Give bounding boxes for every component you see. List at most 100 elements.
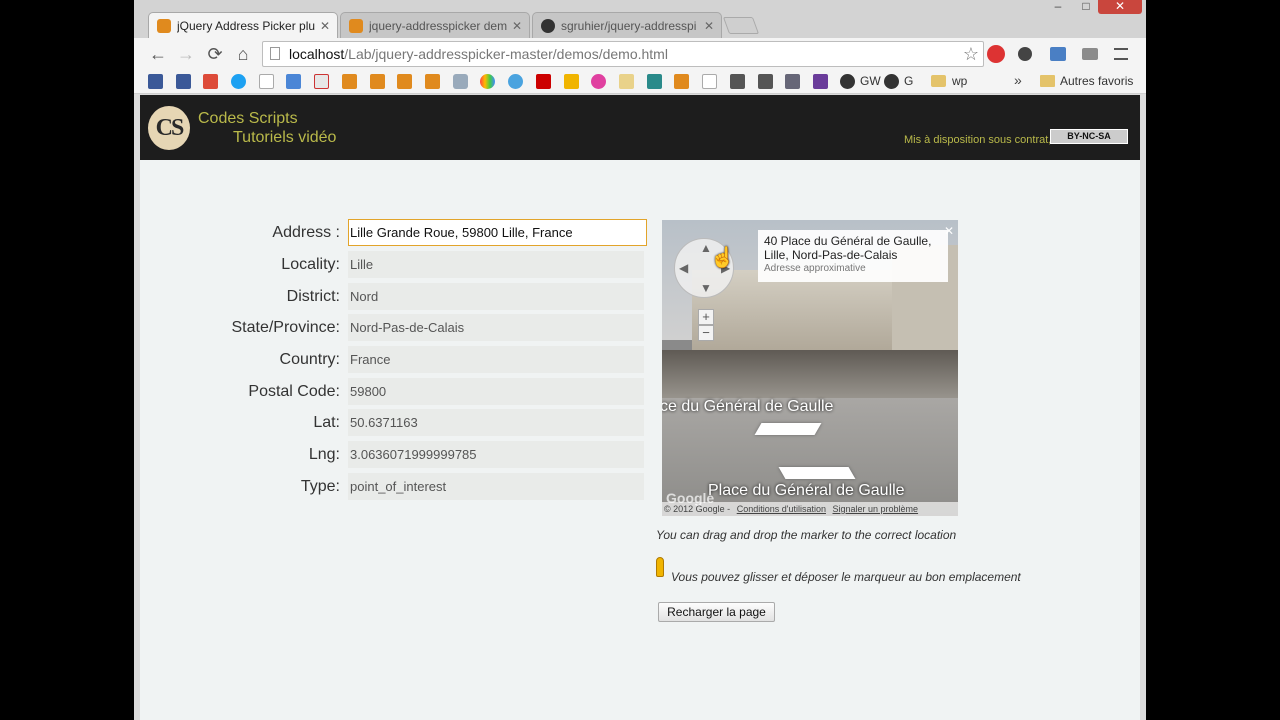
address-bar[interactable]: localhost/Lab/jquery-addresspicker-maste…	[262, 41, 984, 67]
drag-hint-french: Vous pouvez glisser et déposer le marque…	[671, 570, 1021, 584]
bookmark-star-icon[interactable]: ☆	[963, 42, 979, 66]
lng-field[interactable]: 3.0636071999999785	[348, 441, 644, 468]
lng-label: Lng:	[308, 446, 340, 463]
codes-scripts-bookmark-icon[interactable]	[397, 74, 412, 89]
twitter-bookmark-icon[interactable]	[231, 74, 246, 89]
bookmark-label-wp[interactable]: wp	[952, 74, 967, 88]
report-problem-link[interactable]: Signaler un problème	[833, 504, 919, 514]
postal-code-label: Postal Code:	[248, 383, 340, 400]
logo-badge[interactable]: CS	[148, 106, 190, 150]
street-view-navigation-arrow-icon[interactable]	[754, 423, 822, 435]
github-bookmark-icon[interactable]	[840, 74, 855, 89]
tab-addresspicker-demo[interactable]: jquery-addresspicker dem ✕	[340, 12, 530, 38]
globe-bookmark-icon[interactable]	[508, 74, 523, 89]
country-field[interactable]: France	[348, 346, 644, 373]
address-card-line2: Lille, Nord-Pas-de-Calais	[764, 248, 898, 262]
site-header: CS Codes Scripts Tutoriels vidéo Mis à d…	[140, 95, 1140, 160]
chrome-bookmark-icon[interactable]	[480, 74, 495, 89]
folder-icon[interactable]	[931, 75, 946, 87]
codes-scripts-favicon-icon	[349, 18, 363, 33]
new-tab-button[interactable]	[722, 17, 760, 34]
pegman-bookmark-icon[interactable]	[564, 74, 579, 89]
country-label: Country:	[279, 351, 340, 368]
download-extension-icon[interactable]	[1082, 48, 1098, 60]
youtube-bookmark-icon[interactable]	[536, 74, 551, 89]
maximize-button[interactable]: □	[1080, 0, 1092, 14]
reload-browser-button[interactable]: ⟳	[204, 43, 226, 65]
district-field[interactable]: Nord	[348, 283, 644, 310]
pan-down-icon[interactable]: ▼	[700, 281, 712, 295]
extension-icon[interactable]	[1018, 47, 1032, 61]
phpmyadmin-bookmark-icon[interactable]	[619, 74, 634, 89]
square-bookmark-icon[interactable]	[758, 74, 773, 89]
tab-title: jQuery Address Picker plu	[177, 18, 316, 33]
postal-code-field[interactable]: 59800	[348, 378, 644, 405]
github-bookmark-icon[interactable]	[884, 74, 899, 89]
tab-close-icon[interactable]: ✕	[509, 19, 525, 33]
more-bookmarks-chevron-icon[interactable]: »	[1014, 72, 1022, 88]
google-bookmark-icon[interactable]	[286, 74, 301, 89]
pan-left-icon[interactable]: ◀	[679, 261, 688, 275]
adblock-extension-icon[interactable]	[987, 45, 1005, 63]
bookmark-label-gw[interactable]: GW	[860, 74, 881, 88]
zoom-out-button[interactable]: −	[698, 325, 714, 341]
tab-close-icon[interactable]: ✕	[701, 19, 717, 33]
lat-field[interactable]: 50.6371163	[348, 409, 644, 436]
street-view-address-card: 40 Place du Général de Gaulle, Lille, No…	[758, 230, 948, 282]
street-view-close-icon[interactable]: ✕	[942, 224, 956, 238]
license-text: Mis à disposition sous contrat,	[904, 134, 1052, 146]
yahoo-bookmark-icon[interactable]	[813, 74, 828, 89]
terms-link[interactable]: Conditions d'utilisation	[737, 504, 826, 514]
minimize-button[interactable]: –	[1052, 0, 1064, 14]
other-bookmarks-folder[interactable]: Autres favoris	[1060, 74, 1133, 88]
close-window-button[interactable]: ✕	[1098, 0, 1142, 14]
tab-github-repo[interactable]: sgruhier/jquery-addresspi ✕	[532, 12, 722, 38]
hand-cursor-icon: ☝	[710, 247, 735, 269]
logo-title: Codes Scripts	[198, 110, 298, 127]
lat-label: Lat:	[313, 414, 340, 431]
street-view-navigation-arrow-icon[interactable]	[778, 467, 856, 479]
terminal-bookmark-icon[interactable]	[647, 74, 662, 89]
folder-icon	[1040, 75, 1055, 87]
google-plus-bookmark-icon[interactable]	[203, 74, 218, 89]
page-bookmark-icon[interactable]	[702, 74, 717, 89]
street-name-label: Place du Général de Gaulle	[708, 482, 905, 499]
cc-license-badge[interactable]: BY-NC-SA	[1050, 129, 1128, 144]
php-bookmark-icon[interactable]	[785, 74, 800, 89]
logo-subtitle: Tutoriels vidéo	[233, 129, 337, 146]
back-button[interactable]: ←	[147, 43, 169, 65]
street-name-label: ce du Général de Gaulle	[662, 398, 834, 415]
bookmark-label-g[interactable]: G	[904, 74, 913, 88]
web-store-bookmark-icon[interactable]	[453, 74, 468, 89]
browser-toolbar: ← → ⟳ ⌂ localhost/Lab/jquery-addresspick…	[134, 38, 1146, 70]
page-bookmark-icon[interactable]	[259, 74, 274, 89]
codes-scripts-favicon-icon	[157, 18, 171, 33]
forward-button[interactable]: →	[175, 43, 197, 65]
flickr-bookmark-icon[interactable]	[591, 74, 606, 89]
codes-scripts-bookmark-icon[interactable]	[425, 74, 440, 89]
tab-close-icon[interactable]: ✕	[317, 19, 333, 33]
state-province-field[interactable]: Nord-Pas-de-Calais	[348, 314, 644, 341]
facebook-bookmark-icon[interactable]	[176, 74, 191, 89]
tab-jquery-address-picker[interactable]: jQuery Address Picker plu ✕	[148, 12, 338, 38]
district-label: District:	[286, 288, 340, 305]
street-view-panorama[interactable]: ce du Général de Gaulle Place du Général…	[662, 220, 958, 516]
type-field[interactable]: point_of_interest	[348, 473, 644, 500]
home-button[interactable]: ⌂	[232, 43, 254, 65]
pegman-marker-icon[interactable]	[656, 557, 664, 577]
codes-scripts-bookmark-icon[interactable]	[342, 74, 357, 89]
street-view-footer: © 2012 Google - Conditions d'utilisation…	[662, 502, 958, 516]
screen-capture-extension-icon[interactable]	[1050, 47, 1066, 61]
reload-page-button[interactable]: Recharger la page	[658, 602, 775, 622]
locality-field[interactable]: Lille	[348, 251, 644, 278]
facebook-bookmark-icon[interactable]	[148, 74, 163, 89]
address-input[interactable]	[348, 219, 647, 246]
address-label: Address :	[272, 224, 340, 241]
square-bookmark-icon[interactable]	[730, 74, 745, 89]
gmail-bookmark-icon[interactable]	[314, 74, 329, 89]
codes-scripts-bookmark-icon[interactable]	[370, 74, 385, 89]
codes-scripts-bookmark-icon[interactable]	[674, 74, 689, 89]
zoom-in-button[interactable]: +	[698, 309, 714, 325]
menu-icon[interactable]	[1114, 48, 1128, 60]
drag-hint-english: You can drag and drop the marker to the …	[656, 528, 957, 542]
